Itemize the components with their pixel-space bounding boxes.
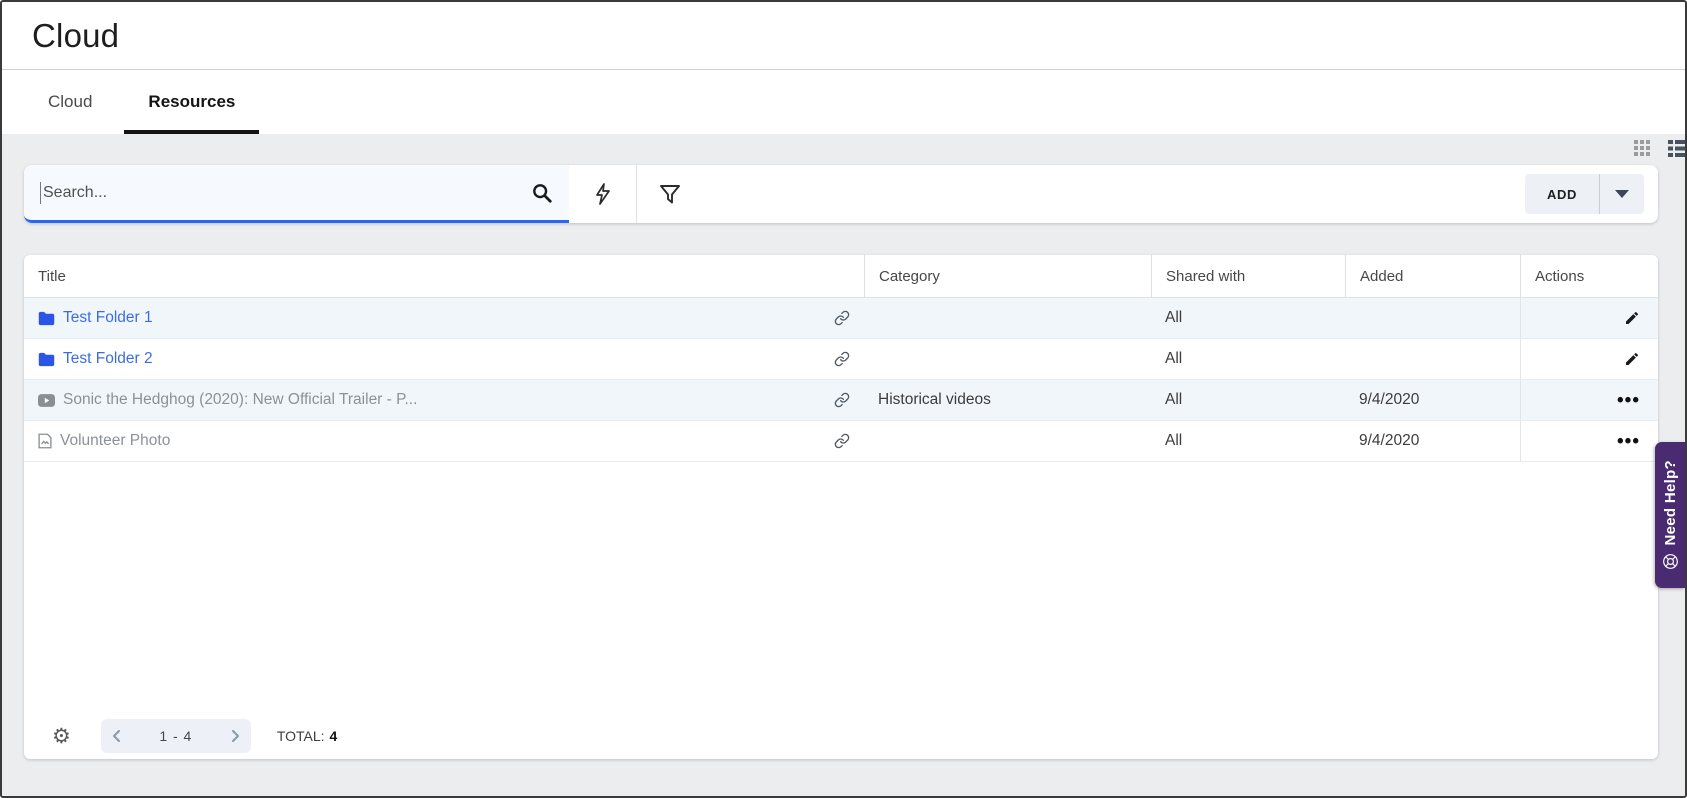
view-toggle bbox=[1634, 140, 1651, 157]
filter-button[interactable] bbox=[636, 165, 703, 223]
page-header: Cloud bbox=[2, 2, 1685, 70]
page-range: 1 - 4 bbox=[159, 728, 193, 744]
grid-view-icon[interactable] bbox=[1634, 140, 1651, 157]
total-count: TOTAL: 4 bbox=[277, 728, 338, 744]
tab-cloud-label: Cloud bbox=[48, 92, 93, 111]
search-area bbox=[24, 165, 569, 223]
content-area: ADD Title Category Shared with Added Act… bbox=[2, 134, 1685, 796]
category-cell bbox=[864, 421, 1151, 461]
shared-with-cell: All bbox=[1165, 391, 1183, 408]
tab-bar: Cloud Resources bbox=[2, 70, 1685, 189]
edit-pencil-icon[interactable] bbox=[1624, 310, 1640, 326]
tab-resources-label: Resources bbox=[148, 92, 236, 111]
caret-down-icon bbox=[1615, 190, 1629, 198]
link-icon[interactable] bbox=[834, 392, 850, 408]
add-button[interactable]: ADD bbox=[1525, 174, 1599, 214]
category-cell: Historical videos bbox=[878, 391, 991, 408]
more-actions-icon[interactable]: ••• bbox=[1617, 391, 1640, 410]
settings-gear-icon[interactable]: ⚙ bbox=[52, 725, 71, 747]
column-header-added: Added bbox=[1345, 255, 1520, 297]
resource-title[interactable]: Volunteer Photo bbox=[60, 432, 170, 450]
total-value: 4 bbox=[329, 728, 338, 744]
search-input[interactable] bbox=[40, 181, 531, 204]
resource-title-link[interactable]: Test Folder 2 bbox=[63, 350, 153, 368]
need-help-tab[interactable]: Need Help? bbox=[1655, 442, 1685, 588]
table-row: Test Folder 1 All bbox=[24, 298, 1658, 339]
column-header-shared-with: Shared with bbox=[1151, 255, 1345, 297]
edit-pencil-icon[interactable] bbox=[1624, 351, 1640, 367]
table-header-row: Title Category Shared with Added Actions bbox=[24, 255, 1658, 298]
column-header-title: Title bbox=[38, 267, 66, 285]
list-view-icon[interactable] bbox=[1668, 139, 1685, 158]
add-button-label: ADD bbox=[1547, 186, 1577, 202]
chevron-right-icon[interactable] bbox=[229, 729, 241, 743]
image-file-icon bbox=[38, 433, 52, 449]
folder-icon bbox=[38, 352, 55, 367]
more-actions-icon[interactable]: ••• bbox=[1617, 432, 1640, 451]
video-icon bbox=[38, 393, 55, 407]
table-row: Sonic the Hedghog (2020): New Official T… bbox=[24, 380, 1658, 421]
table-row: Test Folder 2 All bbox=[24, 339, 1658, 380]
table-empty-space bbox=[24, 462, 1658, 713]
quick-actions-button[interactable] bbox=[569, 165, 636, 223]
tab-cloud[interactable]: Cloud bbox=[20, 70, 120, 134]
tab-resources[interactable]: Resources bbox=[120, 70, 263, 134]
total-label: TOTAL: bbox=[276, 728, 325, 744]
lightning-icon bbox=[593, 182, 613, 206]
category-cell bbox=[864, 298, 1151, 338]
add-split-button: ADD bbox=[1525, 174, 1644, 214]
toolbar: ADD bbox=[24, 165, 1658, 223]
added-cell bbox=[1345, 298, 1520, 338]
folder-icon bbox=[38, 311, 55, 326]
page-title: Cloud bbox=[32, 16, 120, 54]
resources-table: Title Category Shared with Added Actions… bbox=[24, 255, 1658, 759]
lifebuoy-icon bbox=[1662, 553, 1679, 570]
shared-with-cell: All bbox=[1165, 309, 1183, 326]
search-icon[interactable] bbox=[531, 182, 553, 204]
shared-with-cell: All bbox=[1165, 350, 1183, 367]
added-cell: 9/4/2020 bbox=[1359, 432, 1420, 449]
added-cell bbox=[1345, 339, 1520, 379]
app-window: Cloud Cloud Resources Search... ADD Titl… bbox=[0, 0, 1687, 798]
need-help-label: Need Help? bbox=[1661, 460, 1679, 546]
added-cell: 9/4/2020 bbox=[1359, 391, 1420, 408]
chevron-left-icon[interactable] bbox=[111, 729, 123, 743]
resource-title-link[interactable]: Test Folder 1 bbox=[63, 309, 153, 327]
link-icon[interactable] bbox=[834, 351, 850, 367]
table-row: Volunteer Photo All 9/4/2020 ••• bbox=[24, 421, 1658, 462]
shared-with-cell: All bbox=[1165, 432, 1183, 449]
filter-icon bbox=[658, 182, 682, 206]
pagination: 1 - 4 bbox=[100, 719, 251, 753]
link-icon[interactable] bbox=[834, 433, 850, 449]
add-dropdown-button[interactable] bbox=[1599, 174, 1644, 214]
resource-title[interactable]: Sonic the Hedghog (2020): New Official T… bbox=[63, 391, 417, 409]
category-cell bbox=[864, 339, 1151, 379]
column-header-category: Category bbox=[864, 255, 1151, 297]
table-footer: ⚙ 1 - 4 TOTAL: 4 bbox=[24, 713, 1658, 759]
link-icon[interactable] bbox=[834, 310, 850, 326]
column-header-actions: Actions bbox=[1520, 255, 1658, 297]
